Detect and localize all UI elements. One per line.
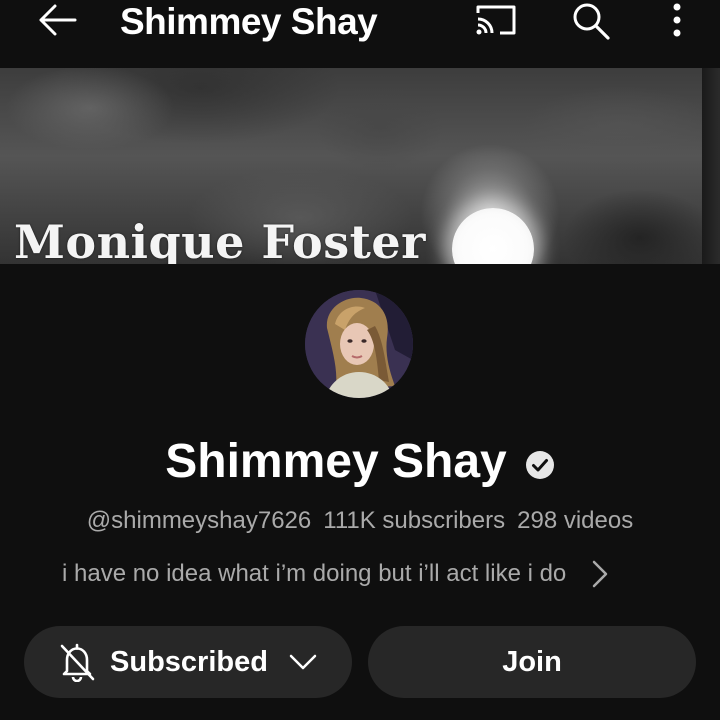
cast-button[interactable]: [470, 0, 522, 40]
arrow-left-icon: [39, 4, 77, 36]
more-options-button[interactable]: [660, 0, 694, 40]
channel-description-link[interactable]: i have no idea what i’m doing but i’ll a…: [62, 556, 662, 592]
channel-description: i have no idea what i’m doing but i’ll a…: [62, 560, 567, 587]
search-button[interactable]: [566, 0, 616, 42]
more-vert-icon: [673, 3, 681, 37]
channel-banner: Monique Foster: [0, 68, 720, 264]
video-count: 298 videos: [517, 507, 634, 534]
subscriber-count: 111K subscribers: [323, 507, 506, 534]
back-button[interactable]: [30, 0, 84, 40]
subscribed-button[interactable]: Subscribed: [24, 626, 352, 698]
banner-edge: [702, 68, 720, 264]
search-icon: [573, 3, 610, 40]
verified-check-icon: [525, 451, 554, 479]
chevron-right-icon: [593, 560, 608, 588]
channel-name-row: Shimmey Shay: [0, 432, 720, 492]
channel-avatar[interactable]: [305, 290, 413, 398]
join-label: Join: [502, 646, 562, 678]
bell-off-icon: [60, 643, 95, 682]
avatar-portrait-image: [305, 290, 413, 398]
subscribed-label: Subscribed: [110, 646, 268, 678]
channel-meta: @shimmeyshay7626 111K subscribers 298 vide…: [0, 504, 720, 538]
cast-icon: [476, 5, 516, 35]
page-title: Shimmey Shay: [120, 1, 378, 42]
join-button[interactable]: Join: [368, 626, 696, 698]
channel-handle: @shimmeyshay7626: [86, 507, 312, 534]
chevron-down-icon: [289, 654, 317, 670]
banner-text: Monique Foster: [14, 215, 426, 264]
top-app-bar: Shimmey Shay: [0, 0, 720, 68]
channel-name: Shimmey Shay: [165, 435, 507, 488]
